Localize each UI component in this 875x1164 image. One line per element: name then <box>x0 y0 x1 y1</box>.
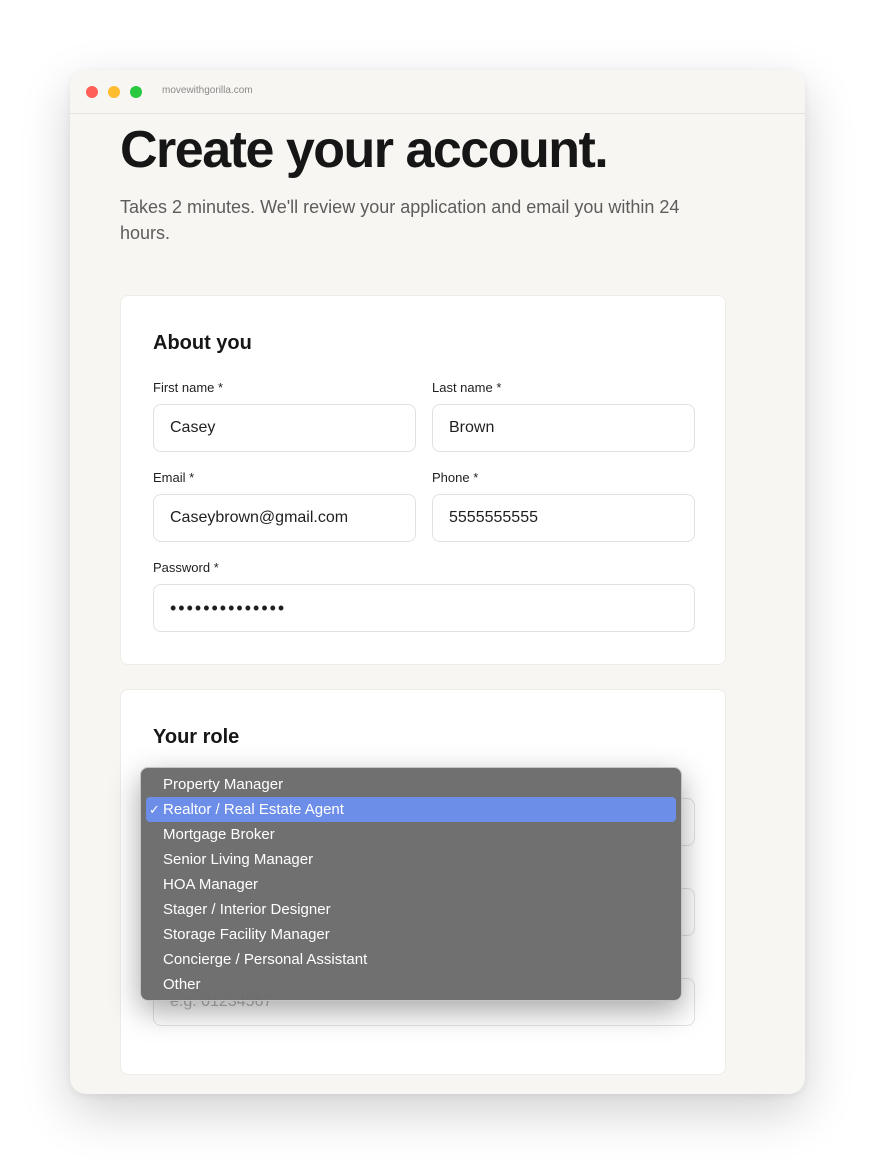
email-field[interactable]: Caseybrown@gmail.com <box>153 494 416 542</box>
option-label: Stager / Interior Designer <box>163 901 331 918</box>
option-label: Storage Facility Manager <box>163 926 330 943</box>
maximize-window-button[interactable] <box>130 86 142 98</box>
last-name-label: Last name * <box>432 380 502 395</box>
first-name-label: First name * <box>153 380 224 395</box>
your-role-heading: Your role <box>153 726 240 748</box>
email-label: Email * <box>153 470 195 485</box>
url-text[interactable]: movewithgorilla.com <box>162 85 253 96</box>
page-subtitle: Takes 2 minutes. We'll review your appli… <box>120 197 680 243</box>
password-value: •••••••••••••• <box>170 597 287 618</box>
role-option-realtor[interactable]: ✓ Realtor / Real Estate Agent <box>146 797 676 822</box>
close-window-button[interactable] <box>86 86 98 98</box>
password-label: Password * <box>153 560 219 575</box>
role-option-stager[interactable]: Stager / Interior Designer <box>146 897 676 922</box>
password-field[interactable]: •••••••••••••• <box>153 584 695 632</box>
phone-label: Phone * <box>432 470 479 485</box>
browser-titlebar: movewithgorilla.com <box>70 70 805 114</box>
option-label: Realtor / Real Estate Agent <box>163 801 344 818</box>
last-name-field[interactable]: Brown <box>432 404 695 452</box>
role-option-other[interactable]: Other <box>146 972 676 997</box>
role-option-concierge[interactable]: Concierge / Personal Assistant <box>146 947 676 972</box>
option-label: HOA Manager <box>163 876 259 893</box>
role-option-mortgage-broker[interactable]: Mortgage Broker <box>146 822 676 847</box>
first-name-field[interactable]: Casey <box>153 404 416 452</box>
about-you-card: About you First name * Casey Last name *… <box>120 295 726 665</box>
option-label: Concierge / Personal Assistant <box>163 951 368 968</box>
page-title: Create your account. <box>120 121 609 179</box>
role-option-senior-living-manager[interactable]: Senior Living Manager <box>146 847 676 872</box>
role-option-hoa-manager[interactable]: HOA Manager <box>146 872 676 897</box>
last-name-value: Brown <box>449 419 495 436</box>
option-label: Other <box>163 976 201 993</box>
checkmark-icon: ✓ <box>149 802 160 817</box>
role-option-property-manager[interactable]: Property Manager <box>146 772 676 797</box>
phone-value: 5555555555 <box>449 509 538 526</box>
role-dropdown-menu[interactable]: Property Manager ✓ Realtor / Real Estate… <box>140 767 682 1001</box>
phone-field[interactable]: 5555555555 <box>432 494 695 542</box>
about-you-heading: About you <box>153 332 252 354</box>
email-value: Caseybrown@gmail.com <box>170 509 349 526</box>
first-name-value: Casey <box>170 419 216 436</box>
minimize-window-button[interactable] <box>108 86 120 98</box>
option-label: Mortgage Broker <box>163 826 275 843</box>
option-label: Senior Living Manager <box>163 851 314 868</box>
role-option-storage-facility-manager[interactable]: Storage Facility Manager <box>146 922 676 947</box>
option-label: Property Manager <box>163 776 284 793</box>
